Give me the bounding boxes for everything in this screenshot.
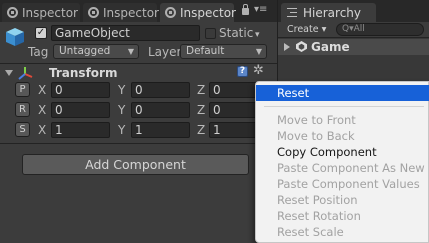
tab-inspector-1[interactable]: Inspector (2, 3, 80, 22)
position-x-field[interactable]: 0 (51, 82, 110, 98)
rotation-y-label: Y (118, 103, 126, 117)
tab-label: Inspector (22, 5, 78, 20)
chevron-down-icon: ▼ (255, 47, 262, 56)
scene-foldout-icon[interactable] (284, 43, 290, 51)
hierarchy-list-icon (287, 8, 297, 17)
inspector-tab-icon (7, 7, 18, 18)
rotation-z-field[interactable]: 0 (209, 102, 257, 118)
tag-value: Untagged (59, 45, 111, 57)
tab-label: Hierarchy (303, 5, 362, 20)
scale-x-field[interactable]: 1 (51, 122, 110, 138)
rotation-reset-button[interactable]: R (15, 102, 30, 117)
scale-z-label: Z (197, 123, 206, 137)
search-input[interactable]: Q▾All (336, 23, 424, 36)
scale-y-field[interactable]: 1 (131, 122, 190, 138)
transform-foldout-icon[interactable] (5, 70, 13, 76)
gameobject-cube-icon (6, 28, 24, 46)
layer-value: Default (186, 45, 225, 57)
scale-x-label: X (38, 123, 47, 137)
menu-item-move-to-back[interactable]: Move to Back (256, 128, 429, 144)
layer-dropdown[interactable]: Default ▼ (180, 44, 267, 59)
menu-item-paste-component-as-new[interactable]: Paste Component As New (256, 160, 429, 176)
menu-item-copy-component[interactable]: Copy Component (256, 144, 429, 160)
scale-z-field[interactable]: 1 (209, 122, 257, 138)
tag-label: Tag (28, 45, 49, 59)
lock-icon[interactable] (242, 4, 249, 15)
gear-icon[interactable]: ✲ (253, 64, 264, 77)
menu-item-reset[interactable]: Reset (256, 85, 429, 101)
create-dropdown[interactable]: Create ▾ (287, 23, 326, 36)
divider (0, 143, 277, 144)
position-z-field[interactable]: 0 (209, 82, 257, 98)
position-y-label: Y (118, 83, 126, 97)
rotation-x-label: X (38, 103, 47, 117)
position-z-label: Z (197, 83, 206, 97)
inspector-tab-icon (88, 7, 99, 18)
transform-axes-icon (18, 67, 33, 80)
component-context-menu: Reset Move to Front Move to Back Copy Co… (255, 81, 429, 243)
tag-dropdown[interactable]: Untagged ▼ (53, 44, 139, 59)
inspector-tab-bar: Inspector Inspector Inspector ▾≡ (0, 0, 277, 22)
scale-y-label: Y (118, 123, 126, 137)
transform-title: Transform (49, 66, 118, 80)
menu-item-reset-scale[interactable]: Reset Scale (256, 224, 429, 240)
layer-label: Layer (148, 45, 182, 59)
help-icon[interactable]: ? (237, 66, 248, 77)
tab-label: Inspector (180, 5, 236, 20)
scene-name: Game (311, 40, 350, 54)
tab-inspector-3[interactable]: Inspector (160, 3, 236, 22)
chevron-down-icon: ▼ (127, 47, 134, 56)
menu-item-move-to-front[interactable]: Move to Front (256, 112, 429, 128)
hierarchy-toolbar: Create ▾ Q▾All (278, 22, 429, 38)
static-checkbox[interactable] (205, 28, 216, 39)
scale-reset-button[interactable]: S (15, 122, 30, 137)
static-label: Static (219, 26, 254, 40)
divider (0, 63, 277, 64)
rotation-y-field[interactable]: 0 (131, 102, 190, 118)
menu-item-reset-position[interactable]: Reset Position (256, 192, 429, 208)
unity-logo-icon (296, 41, 307, 52)
tab-label: Inspector (103, 5, 159, 20)
position-x-label: X (38, 83, 47, 97)
scene-row[interactable]: Game (278, 39, 429, 55)
tab-hierarchy[interactable]: Hierarchy (281, 3, 376, 22)
menu-separator (264, 106, 424, 107)
position-reset-button[interactable]: P (15, 82, 30, 97)
menu-item-paste-component-values[interactable]: Paste Component Values (256, 176, 429, 192)
tab-inspector-2[interactable]: Inspector (83, 3, 159, 22)
inspector-tab-icon (165, 7, 176, 18)
hierarchy-tab-bar: Hierarchy (278, 0, 429, 22)
static-dropdown-arrow[interactable]: ▾ (255, 30, 260, 40)
tab-menu-icon[interactable]: ▾≡ (254, 5, 267, 15)
rotation-x-field[interactable]: 0 (51, 102, 110, 118)
inspector-panel: Inspector Inspector Inspector ▾≡ ✓ GameO… (0, 0, 277, 243)
rotation-z-label: Z (197, 103, 206, 117)
menu-item-reset-rotation[interactable]: Reset Rotation (256, 208, 429, 224)
position-y-field[interactable]: 0 (131, 82, 190, 98)
add-component-button[interactable]: Add Component (22, 154, 249, 175)
active-checkbox[interactable]: ✓ (35, 27, 47, 39)
gameobject-name-input[interactable]: GameObject (51, 25, 200, 41)
